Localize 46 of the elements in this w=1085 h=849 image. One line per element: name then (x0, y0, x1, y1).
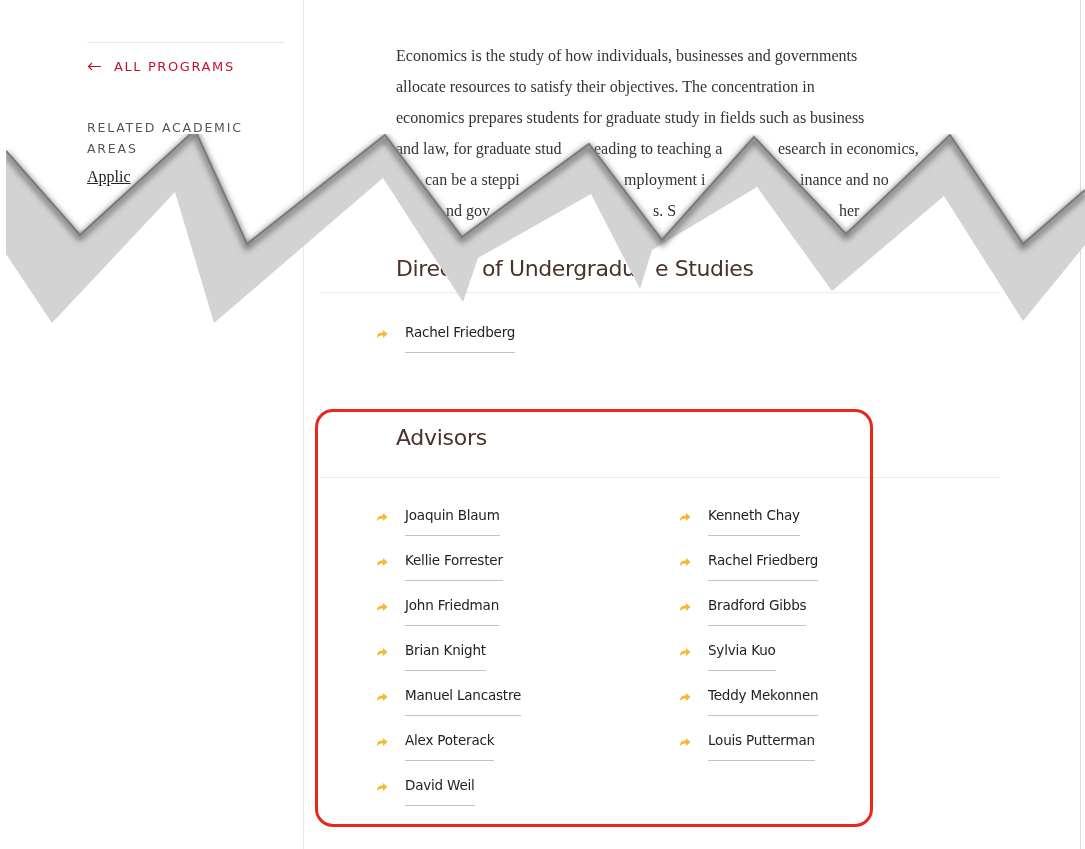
person-link[interactable]: Kenneth Chay (708, 506, 800, 536)
left-arrow-icon (87, 62, 102, 72)
person-link[interactable]: Kellie Forrester (405, 551, 503, 581)
person-link[interactable]: Rachel Friedberg (708, 551, 819, 581)
person-link[interactable]: Manuel Lancastre (405, 686, 522, 716)
arrow-icon (376, 647, 388, 657)
person-link[interactable]: Rachel Friedberg (405, 323, 516, 353)
arrow-icon (376, 692, 388, 702)
paragraph-text: esearch in economics, (778, 139, 919, 159)
arrow-icon (679, 692, 691, 702)
paragraph-text: her (839, 201, 860, 221)
arrow-icon (376, 557, 388, 567)
paragraph-text: eading to teaching a (594, 139, 723, 160)
arrow-icon (679, 647, 691, 657)
paragraph-text: s. S (653, 201, 677, 221)
person-link[interactable]: Alex Poterack (405, 731, 495, 761)
arrow-icon (376, 512, 388, 522)
back-link[interactable]: ALL PROGRAMS (87, 57, 285, 77)
section-heading: e Studies (655, 255, 754, 283)
person-link[interactable]: David Weil (405, 776, 475, 806)
section-label: RELATED ACADEMIC AREAS (87, 118, 244, 158)
arrow-icon (376, 737, 388, 747)
arrow-icon (679, 737, 691, 747)
arrow-icon (376, 782, 388, 792)
paragraph-text: nd gov (446, 201, 490, 222)
paragraph-text: allocate resources to satisfy their objectives. The concentration in (396, 77, 815, 98)
person-link[interactable]: Bradford Gibbs (708, 596, 807, 626)
person-link[interactable]: Sylvia Kuo (708, 641, 776, 671)
paragraph-text: inance and no (800, 170, 889, 190)
person-link[interactable]: John Friedman (405, 596, 499, 626)
paragraph-text: can be a steppi (425, 170, 520, 191)
section-heading: of Undergradu (482, 255, 636, 283)
arrow-icon (376, 329, 388, 339)
related-link[interactable]: Applic (87, 167, 131, 186)
paragraph-text: Economics is the study of how individuals, businesses and governments (396, 46, 858, 67)
person-link[interactable]: Louis Putterman (708, 731, 815, 761)
person-link[interactable]: Teddy Mekonnen (708, 686, 819, 716)
paragraph-text: economics prepares students for graduate study in fields such as business (396, 108, 865, 129)
person-link[interactable]: Joaquin Blaum (405, 506, 500, 536)
person-link[interactable]: Brian Knight (405, 641, 486, 671)
arrow-icon (679, 602, 691, 612)
paragraph-text: mployment i (624, 170, 706, 191)
arrow-icon (679, 557, 691, 567)
arrow-icon (679, 512, 691, 522)
arrow-icon (376, 602, 388, 612)
section-heading: Advisors (396, 424, 487, 452)
